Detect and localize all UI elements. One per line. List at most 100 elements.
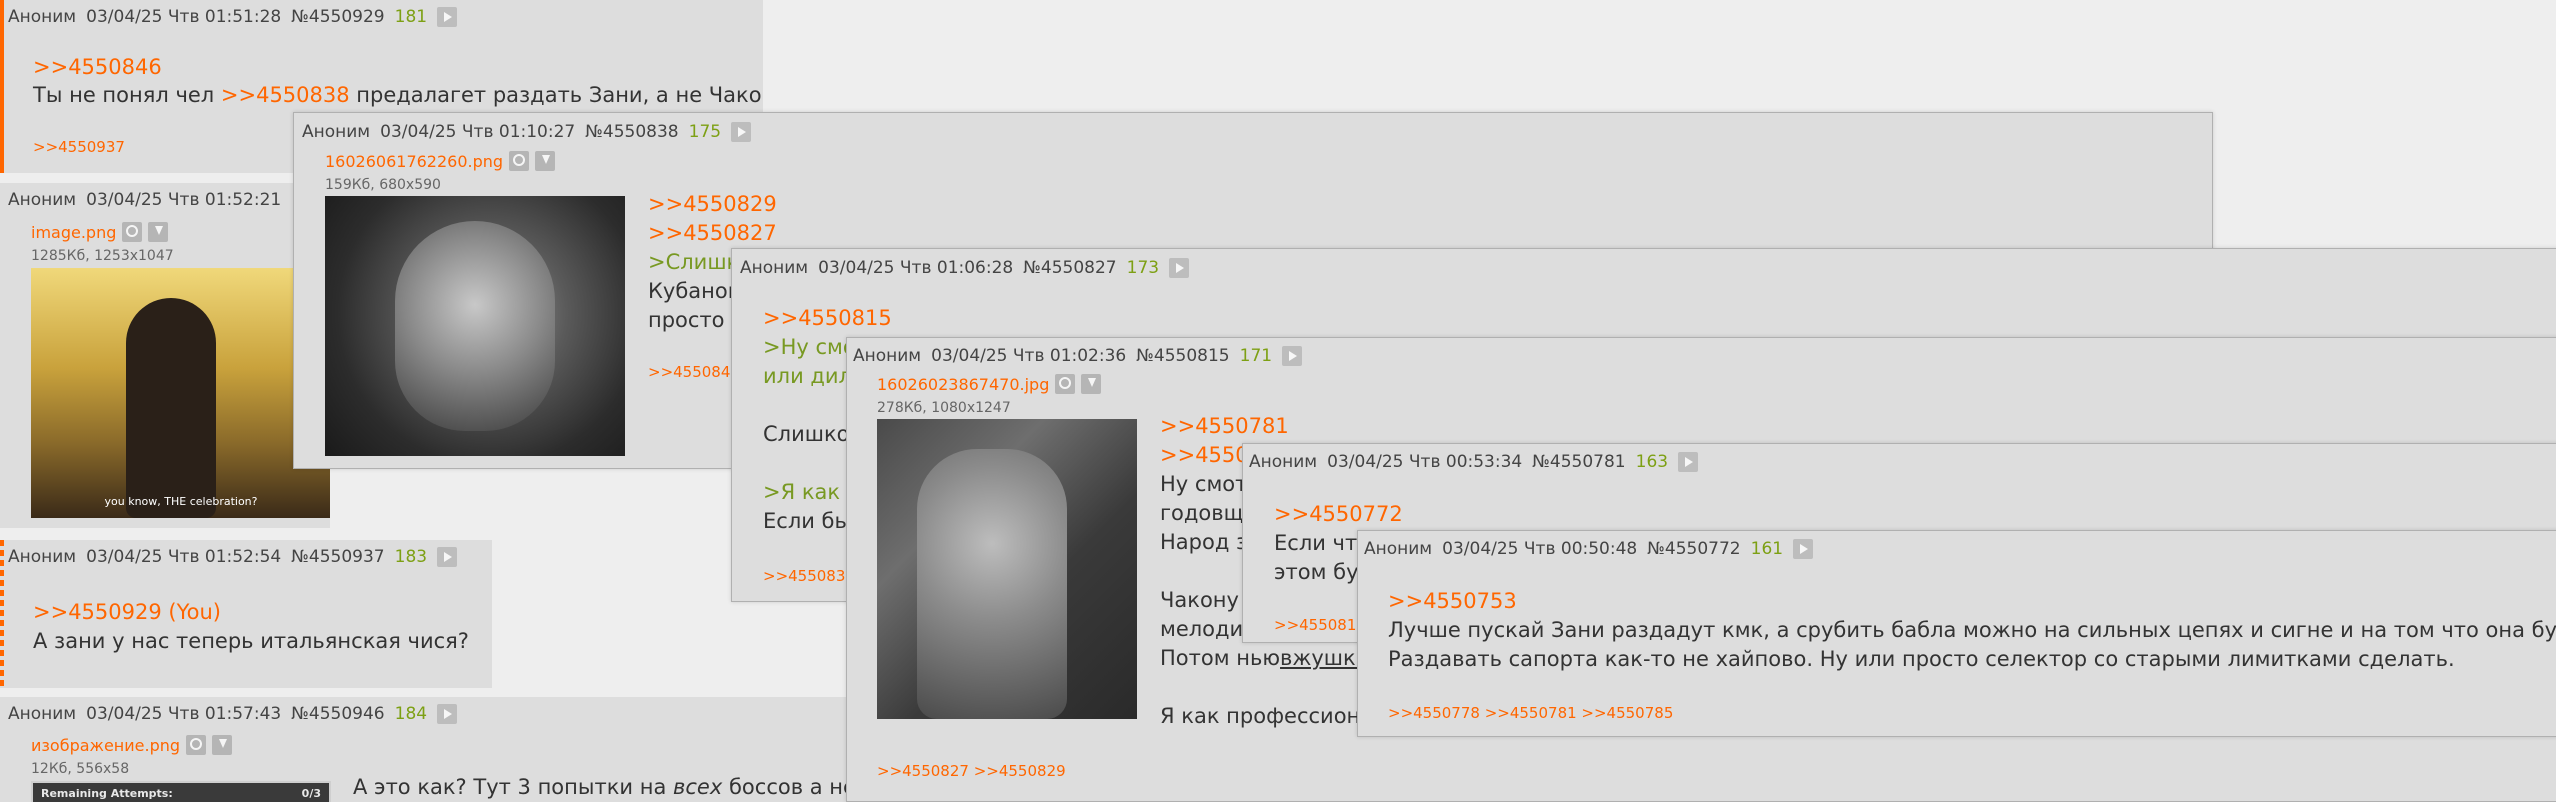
post-replies[interactable]: >>455084б xyxy=(648,363,740,381)
post-replies[interactable]: >>4550838 xyxy=(763,567,855,585)
post-author: Аноним xyxy=(1364,539,1433,559)
post-date: 03/04/25 Чтв 01:57:43 xyxy=(86,704,282,724)
post-body-line: Слишко xyxy=(763,422,850,446)
play-icon[interactable] xyxy=(1793,539,1814,559)
post-number[interactable]: №4550929 xyxy=(291,7,384,27)
post-author: Аноним xyxy=(1249,452,1318,472)
post-header: Аноним 03/04/25 Чтв 01:52:21 xyxy=(8,187,281,213)
reply-link[interactable]: >>4550781 xyxy=(1160,412,1289,441)
post-body-line: Я как профессиона xyxy=(1160,704,1374,728)
post-thumbnail[interactable] xyxy=(877,419,1137,719)
play-icon[interactable] xyxy=(437,547,458,567)
reply-link[interactable]: >>4550829 xyxy=(648,190,777,219)
reply-highlight-bar xyxy=(0,0,4,173)
post-replies[interactable]: >>4550937 xyxy=(33,138,125,156)
search-icon[interactable] xyxy=(186,735,207,755)
reply-link[interactable]: >>4550772 xyxy=(1274,500,1403,529)
file-meta: 12Кб, 556x58 xyxy=(31,761,130,777)
post-date: 03/04/25 Чтв 01:52:21 xyxy=(86,190,282,210)
post-count: 183 xyxy=(394,547,428,567)
reply-link[interactable]: >>4550815 xyxy=(763,304,892,333)
post-author: Аноним xyxy=(8,7,77,27)
post-text: А это как? Тут 3 попытки на xyxy=(353,775,667,799)
play-icon[interactable] xyxy=(1282,346,1303,366)
post-date: 03/04/25 Чтв 01:51:28 xyxy=(86,7,282,27)
post-header: Аноним 03/04/25 Чтв 01:02:36 №4550815 17… xyxy=(853,343,1303,369)
post-body-line: Если бы xyxy=(763,509,852,533)
popup-post-4550772: Аноним 03/04/25 Чтв 00:50:48 №4550772 16… xyxy=(1357,530,2556,737)
post-replies[interactable]: >>4550778 >>4550781 >>4550785 xyxy=(1388,704,1673,722)
post-header: Аноним 03/04/25 Чтв 01:06:28 №4550827 17… xyxy=(740,255,1190,281)
post-header: Аноним 03/04/25 Чтв 01:51:28 №4550929 18… xyxy=(8,4,458,30)
reply-link[interactable]: >>4550929 (You) xyxy=(33,598,221,627)
download-icon[interactable] xyxy=(535,151,556,171)
post-number[interactable]: №4550815 xyxy=(1136,346,1229,366)
post-header: Аноним 03/04/25 Чтв 01:52:54 №4550937 18… xyxy=(8,544,458,570)
download-icon[interactable] xyxy=(212,735,233,755)
file-link[interactable]: изображение.png xyxy=(31,736,180,755)
file-meta: 278Кб, 1080x1247 xyxy=(877,400,1011,416)
file-link[interactable]: 16026023867470.jpg xyxy=(877,375,1049,394)
post-date: 03/04/25 Чтв 00:50:48 xyxy=(1442,539,1638,559)
post-body-line: Чакону xyxy=(1160,588,1239,612)
thumbnail-value: 0/3 xyxy=(301,787,321,800)
post-author: Аноним xyxy=(8,190,77,210)
file-name[interactable]: 16026023867470.jpg xyxy=(877,374,1102,394)
reply-link[interactable]: >>4550846 xyxy=(33,53,162,82)
post-header: Аноним 03/04/25 Чтв 00:50:48 №4550772 16… xyxy=(1364,536,1814,562)
reply-link[interactable]: >>4550753 xyxy=(1388,587,1517,616)
post-author: Аноним xyxy=(8,547,77,567)
file-name[interactable]: 16026061762260.png xyxy=(325,151,556,171)
post-image: Аноним 03/04/25 Чтв 01:52:21 image.png 1… xyxy=(0,183,330,528)
play-icon[interactable] xyxy=(731,122,752,142)
reply-highlight-bar xyxy=(0,540,4,688)
play-icon[interactable] xyxy=(437,7,458,27)
play-icon[interactable] xyxy=(437,704,458,724)
post-date: 03/04/25 Чтв 01:06:28 xyxy=(818,258,1014,278)
post-body-line: А зани у нас теперь итальянская чися? xyxy=(33,629,469,653)
post-body-line: Ну смот xyxy=(1160,472,1248,496)
post-body-line: А это как? Тут 3 попытки на всех боссов … xyxy=(353,773,889,802)
post-replies[interactable]: >>4550815 xyxy=(1274,616,1366,634)
play-icon[interactable] xyxy=(1678,452,1699,472)
post-date: 03/04/25 Чтв 01:52:54 xyxy=(86,547,282,567)
post-number[interactable]: №4550772 xyxy=(1647,539,1740,559)
post-text: Потом нью xyxy=(1160,646,1281,670)
post-number[interactable]: №4550946 xyxy=(291,704,384,724)
post-text-underlined: вжушки xyxy=(1280,646,1370,670)
post-body-line: Народ з xyxy=(1160,530,1248,554)
figure-shape xyxy=(917,449,1067,719)
post-count: 175 xyxy=(688,122,722,142)
file-link[interactable]: 16026061762260.png xyxy=(325,152,503,171)
file-link[interactable]: image.png xyxy=(31,223,116,242)
post-text: предалагет раздать Зани, а не Чакону. xyxy=(356,83,763,107)
download-icon[interactable] xyxy=(1081,374,1102,394)
search-icon[interactable] xyxy=(509,151,530,171)
file-meta: 1285Кб, 1253x1047 xyxy=(31,248,174,264)
post-body-line: просто т xyxy=(648,308,744,332)
post-thumbnail[interactable]: you know, THE celebration? xyxy=(31,268,330,518)
post-thumbnail[interactable] xyxy=(325,196,625,456)
post-number[interactable]: №4550781 xyxy=(1532,452,1625,472)
download-icon[interactable] xyxy=(148,222,169,242)
greentext-line: >Ну смо xyxy=(763,335,856,359)
post-count: 184 xyxy=(394,704,428,724)
post-count: 173 xyxy=(1126,258,1160,278)
post-text: Ты не понял чел xyxy=(33,83,215,107)
play-icon[interactable] xyxy=(1169,258,1190,278)
post-thumbnail[interactable]: Remaining Attempts: 0/3 xyxy=(31,781,331,802)
face-shape xyxy=(395,221,555,431)
reply-link[interactable]: >>4550838 xyxy=(221,83,350,107)
search-icon[interactable] xyxy=(122,222,143,242)
post-author: Аноним xyxy=(740,258,809,278)
reply-link[interactable]: >>4550827 xyxy=(648,219,777,248)
search-icon[interactable] xyxy=(1055,374,1076,394)
post-number[interactable]: №4550827 xyxy=(1023,258,1116,278)
post-number[interactable]: №4550838 xyxy=(585,122,678,142)
post-number[interactable]: №4550937 xyxy=(291,547,384,567)
post-replies[interactable]: >>4550827 >>4550829 xyxy=(877,762,1066,780)
post-body-line: Ты не понял чел >>4550838 предалагет раз… xyxy=(33,81,763,110)
file-name[interactable]: изображение.png xyxy=(31,735,233,755)
person-silhouette xyxy=(126,298,216,518)
file-name[interactable]: image.png xyxy=(31,222,169,242)
